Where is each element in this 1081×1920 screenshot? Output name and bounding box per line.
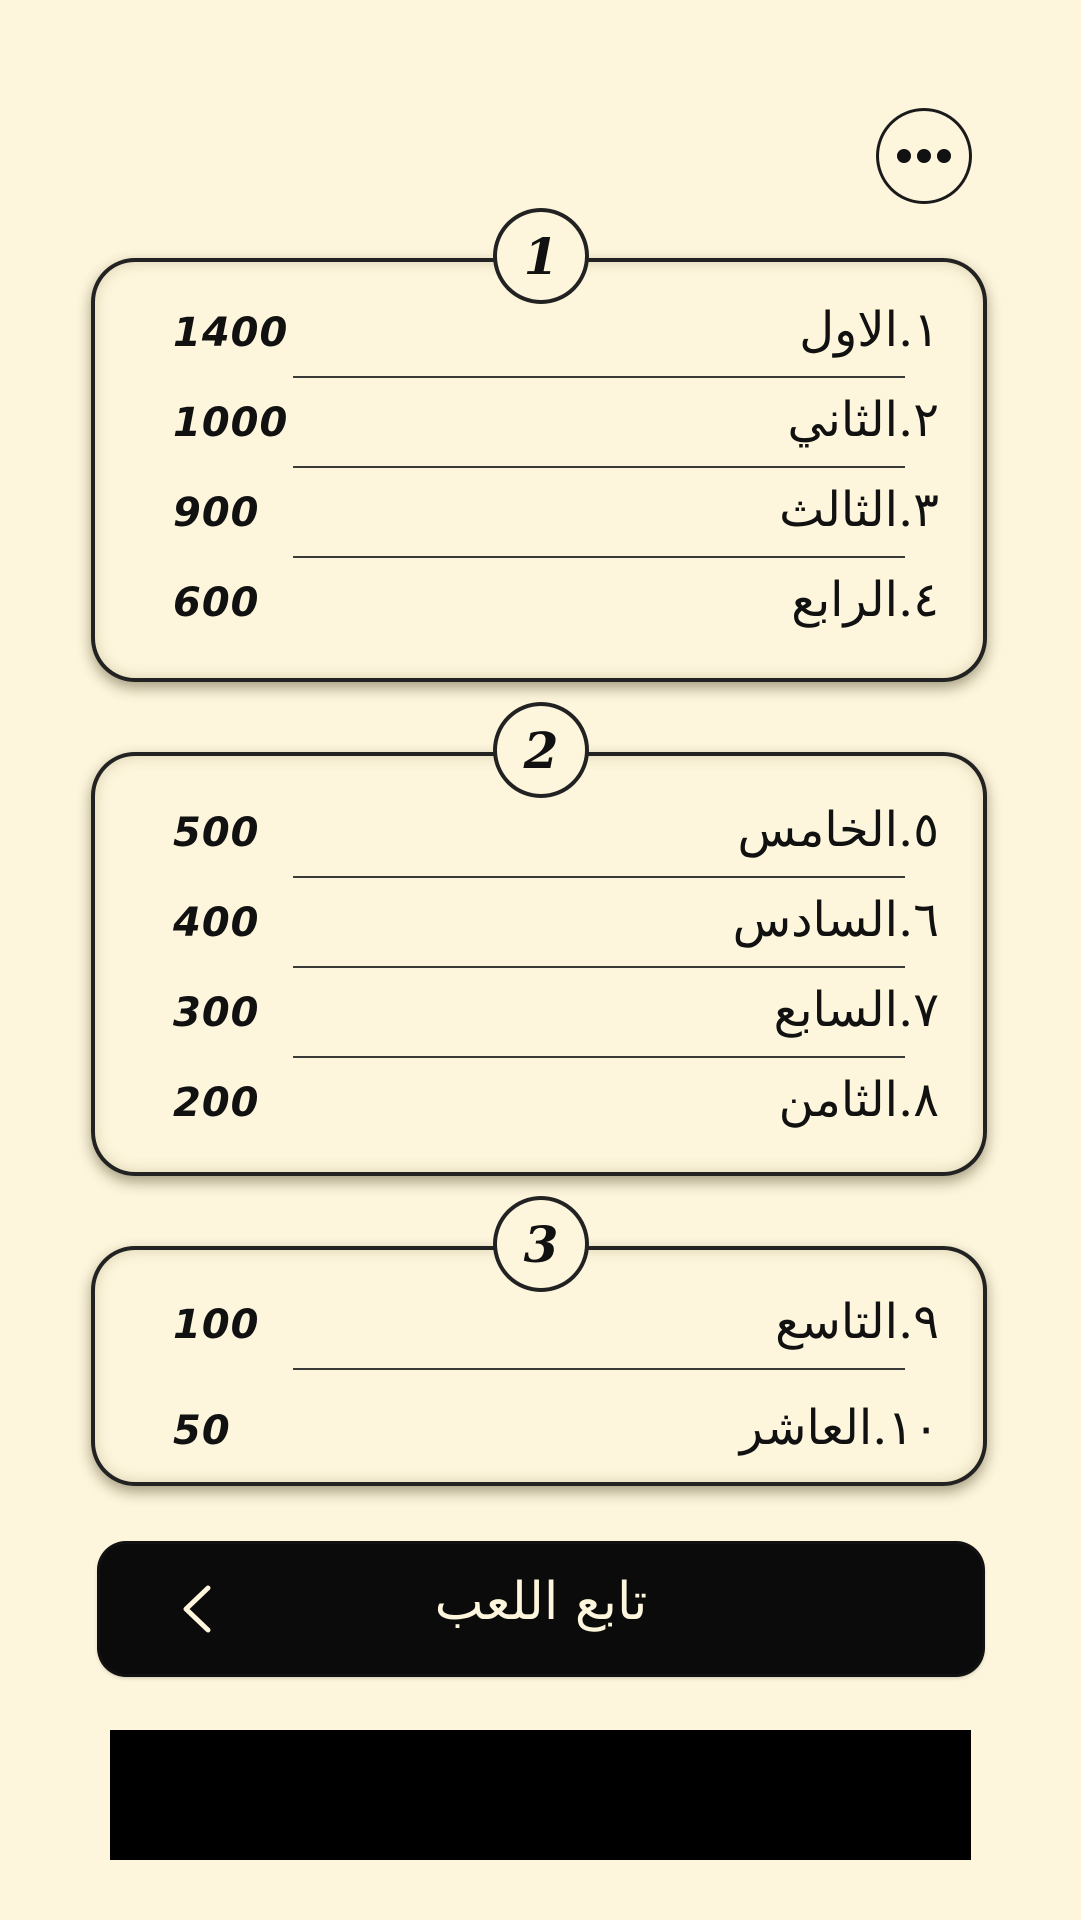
row-divider [293,1368,905,1370]
prize-row: 100 ٩.التاسع [95,1280,983,1370]
more-dot [937,149,951,163]
rank-label: ٩.التاسع [775,1294,939,1350]
prize-amount: 1400 [173,310,289,356]
prize-row: 50 ١٠.العاشر [95,1386,983,1476]
group-badge: 3 [493,1196,589,1292]
prize-amount: 200 [173,1080,260,1126]
more-horizontal-icon [897,149,911,163]
more-menu-button[interactable] [876,108,972,204]
rank-label: ١٠.العاشر [739,1400,939,1456]
rank-label: ٣.الثالث [779,482,939,538]
continue-playing-button[interactable]: تابع اللعب [100,1544,982,1674]
prize-amount: 900 [173,490,260,536]
group-badge: 2 [493,702,589,798]
prize-amount: 500 [173,810,260,856]
continue-playing-label: تابع اللعب [434,1572,648,1632]
rank-label: ٤.الرابع [791,572,939,628]
prize-amount: 100 [173,1302,260,1348]
rank-label: ٦.السادس [732,892,939,948]
prize-amount: 50 [173,1408,231,1454]
prize-group-1: 1 1400 ١.الاول 1000 ٢.الثاني 900 ٣.الثال… [91,208,987,682]
prize-row: 1400 ١.الاول [95,288,983,378]
prize-row: 200 ٨.الثامن [95,1058,983,1148]
prize-amount: 600 [173,580,260,626]
rank-label: ٨.الثامن [778,1072,939,1128]
rank-label: ٥.الخامس [737,802,939,858]
prize-row: 1000 ٢.الثاني [95,378,983,468]
prize-group-3: 3 100 ٩.التاسع 50 ١٠.العاشر [91,1196,987,1486]
rank-label: ٢.الثاني [787,392,939,448]
prize-row: 300 ٧.السابع [95,968,983,1058]
rank-label: ١.الاول [799,302,939,358]
ad-banner[interactable] [110,1730,971,1860]
prize-amount: 1000 [173,400,289,446]
prize-row: 900 ٣.الثالث [95,468,983,558]
prize-group-2: 2 500 ٥.الخامس 400 ٦.السادس 300 ٧.السابع… [91,702,987,1176]
prize-amount: 300 [173,990,260,1036]
rank-label: ٧.السابع [773,982,939,1038]
more-dot [917,149,931,163]
prize-amount: 400 [173,900,260,946]
prize-row: 500 ٥.الخامس [95,788,983,878]
prize-row: 400 ٦.السادس [95,878,983,968]
prize-row: 600 ٤.الرابع [95,558,983,648]
